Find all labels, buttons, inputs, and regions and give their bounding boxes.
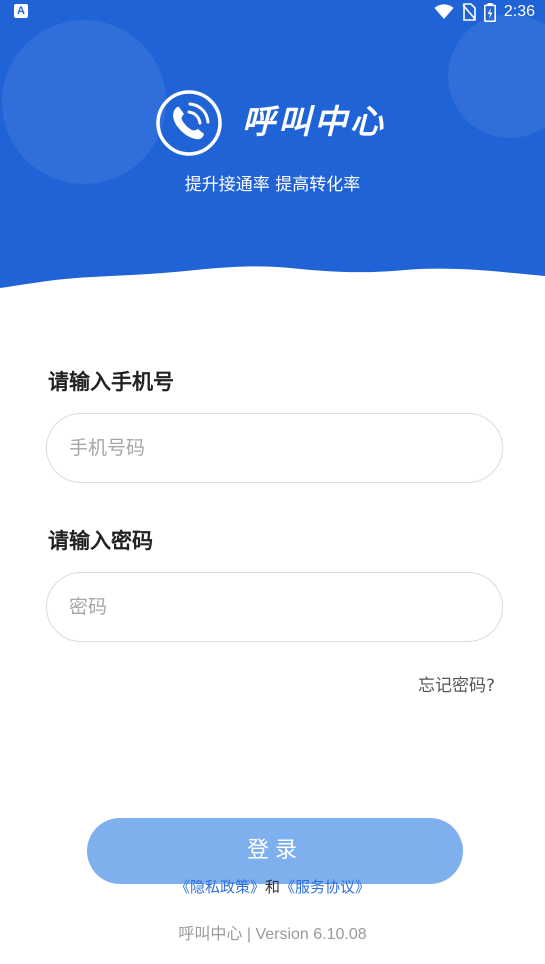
phone-label: 请输入手机号 (48, 370, 174, 394)
brand-slogan: 提升接通率 提高转化率 (184, 175, 361, 195)
agreement-links: 《隐私政策》和《服务协议》 (0, 876, 545, 898)
version-footer: 呼叫中心 | Version 6.10.08 (0, 924, 545, 946)
brand-name: 呼叫中心 (242, 102, 386, 141)
service-agreement-link[interactable]: 《服务协议》 (280, 878, 370, 896)
forgot-password-link[interactable]: 忘记密码? (418, 674, 495, 698)
status-icons: 2:36 (434, 2, 535, 22)
password-field[interactable] (46, 572, 503, 642)
battery-charging-icon (483, 2, 496, 22)
footer-separator: | (246, 926, 251, 943)
login-button[interactable]: 登录 (87, 818, 463, 884)
password-label: 请输入密码 (48, 529, 153, 553)
phone-call-icon (156, 90, 222, 156)
status-bar: A 2:36 (0, 0, 545, 24)
no-sim-icon (462, 3, 476, 21)
wifi-icon (434, 4, 454, 19)
header-wave-background (0, 0, 545, 288)
header-banner: A 2:36 呼叫中心 提升接通率 提高转化率 (0, 0, 545, 300)
phone-input[interactable] (69, 414, 479, 482)
agreement-joiner: 和 (264, 878, 280, 896)
privacy-policy-link[interactable]: 《隐私政策》 (175, 878, 265, 896)
app-notification-icon: A (14, 4, 28, 18)
footer-app-name: 呼叫中心 (178, 926, 243, 943)
phone-field[interactable] (46, 413, 503, 483)
status-time: 2:36 (503, 3, 535, 20)
footer-version: Version 6.10.08 (255, 926, 367, 943)
password-input[interactable] (69, 573, 479, 641)
